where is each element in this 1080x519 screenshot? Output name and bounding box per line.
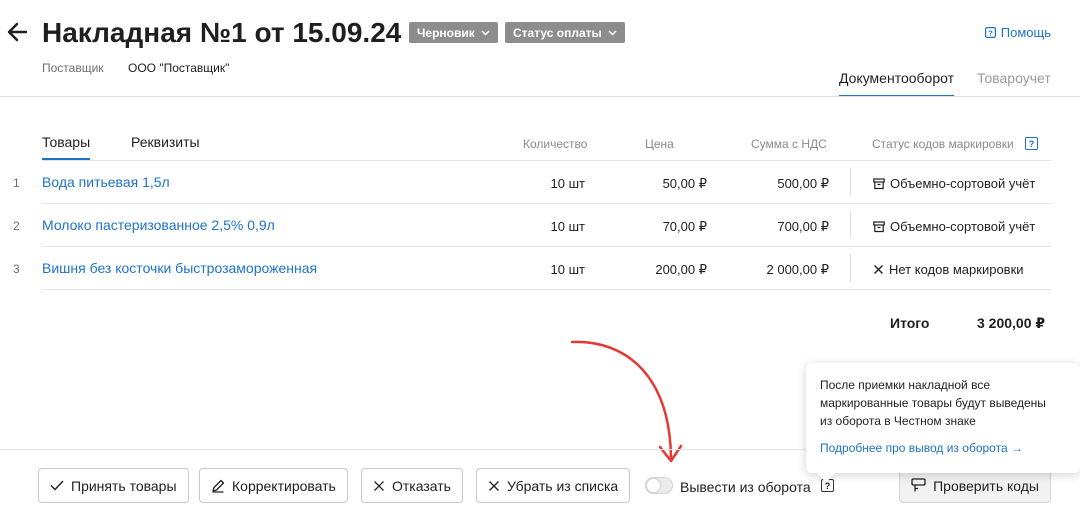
row-divider <box>42 246 1051 247</box>
cell-quantity: 10 шт <box>550 176 585 191</box>
row-number: 3 <box>13 262 20 276</box>
withdraw-info-popover: После приемки накладной все маркированны… <box>806 363 1080 483</box>
supplier-label: Поставщик <box>42 61 104 75</box>
close-icon <box>489 480 499 491</box>
cell-sum: 700,00 ₽ <box>777 219 829 234</box>
cell-price: 70,00 ₽ <box>662 219 707 234</box>
decline-label: Отказать <box>392 477 451 494</box>
back-arrow-icon[interactable] <box>6 18 30 46</box>
cell-price: 200,00 ₽ <box>655 262 707 277</box>
cell-quantity: 10 шт <box>550 219 585 234</box>
help-icon: ? <box>984 27 996 38</box>
column-header-price: Цена <box>645 137 674 151</box>
close-icon <box>374 480 384 491</box>
svg-text:?: ? <box>988 28 993 37</box>
product-link[interactable]: Молоко пастеризованное 2,5% 0,9л <box>42 217 275 233</box>
box-icon <box>873 177 885 189</box>
help-label: Помощь <box>1000 25 1051 40</box>
check-codes-label: Проверить коды <box>933 477 1039 494</box>
marking-status: Объемно-сортовой учёт <box>873 176 1035 191</box>
cell-sum: 2 000,00 ₽ <box>766 262 830 277</box>
pencil-icon <box>212 479 225 493</box>
status-chip-label: Черновик <box>417 25 475 40</box>
correct-label: Корректировать <box>232 477 336 494</box>
check-codes-button[interactable]: Проверить коды <box>899 468 1051 503</box>
marking-status-label: Нет кодов маркировки <box>889 262 1024 277</box>
cell-sum: 500,00 ₽ <box>777 176 829 191</box>
row-divider <box>42 289 1051 290</box>
tab-inventory[interactable]: Товароучет <box>977 70 1051 94</box>
page-title: Накладная №1 от 15.09.24 <box>42 17 402 48</box>
check-icon <box>50 480 64 491</box>
withdraw-toggle[interactable] <box>645 477 673 494</box>
cross-icon <box>874 265 883 274</box>
status-dropdown[interactable]: Черновик <box>409 22 498 43</box>
total-label: Итого <box>890 315 930 331</box>
chevron-down-icon <box>608 29 617 36</box>
column-header-status: Статус кодов маркировки <box>872 137 1014 151</box>
scanner-icon <box>911 478 926 492</box>
status-separator <box>850 211 851 239</box>
payment-status-dropdown[interactable]: Статус оплаты <box>505 22 625 43</box>
popover-more-link[interactable]: Подробнее про вывод из оборота → <box>820 441 1023 455</box>
payment-chip-label: Статус оплаты <box>513 25 602 40</box>
withdraw-toggle-label: Вывести из оборота <box>680 479 811 495</box>
row-number: 2 <box>13 219 20 233</box>
tab-document-flow[interactable]: Документооборот <box>839 70 955 97</box>
column-header-quantity: Количество <box>523 137 588 151</box>
status-separator <box>850 168 851 196</box>
supplier-value: ООО "Поставщик" <box>128 61 230 75</box>
help-link[interactable]: ? Помощь <box>984 25 1051 40</box>
accept-goods-label: Принять товары <box>71 477 177 494</box>
marking-status: Нет кодов маркировки <box>873 262 1024 277</box>
row-divider <box>42 203 1051 204</box>
total-value: 3 200,00 ₽ <box>977 315 1046 331</box>
marking-status-label: Объемно-сортовой учёт <box>890 176 1036 191</box>
cell-price: 50,00 ₽ <box>662 176 707 191</box>
box-icon <box>873 220 885 232</box>
popover-text: После приемки накладной все маркированны… <box>820 378 1046 428</box>
status-separator <box>850 254 851 282</box>
product-link[interactable]: Вишня без косточки быстрозамороженная <box>42 260 317 276</box>
chevron-down-icon <box>481 29 490 36</box>
product-link[interactable]: Вода питьевая 1,5л <box>42 174 170 190</box>
tab-goods[interactable]: Товары <box>42 134 91 160</box>
marking-status-label: Объемно-сортовой учёт <box>890 219 1036 234</box>
correct-button[interactable]: Корректировать <box>199 468 348 503</box>
decline-button[interactable]: Отказать <box>361 468 463 503</box>
accept-goods-button[interactable]: Принять товары <box>38 468 189 503</box>
marking-status: Объемно-сортовой учёт <box>873 219 1035 234</box>
remove-from-list-button[interactable]: Убрать из списка <box>476 468 631 503</box>
cell-quantity: 10 шт <box>550 262 585 277</box>
column-header-sum: Сумма с НДС <box>751 137 827 151</box>
header-divider <box>0 96 1080 97</box>
status-help-icon[interactable]: ? <box>1025 137 1038 150</box>
toggle-knob <box>647 479 660 492</box>
remove-from-list-label: Убрать из списка <box>507 477 619 494</box>
row-divider <box>42 160 1051 161</box>
row-number: 1 <box>13 176 20 190</box>
tab-requisites[interactable]: Реквизиты <box>131 134 200 159</box>
